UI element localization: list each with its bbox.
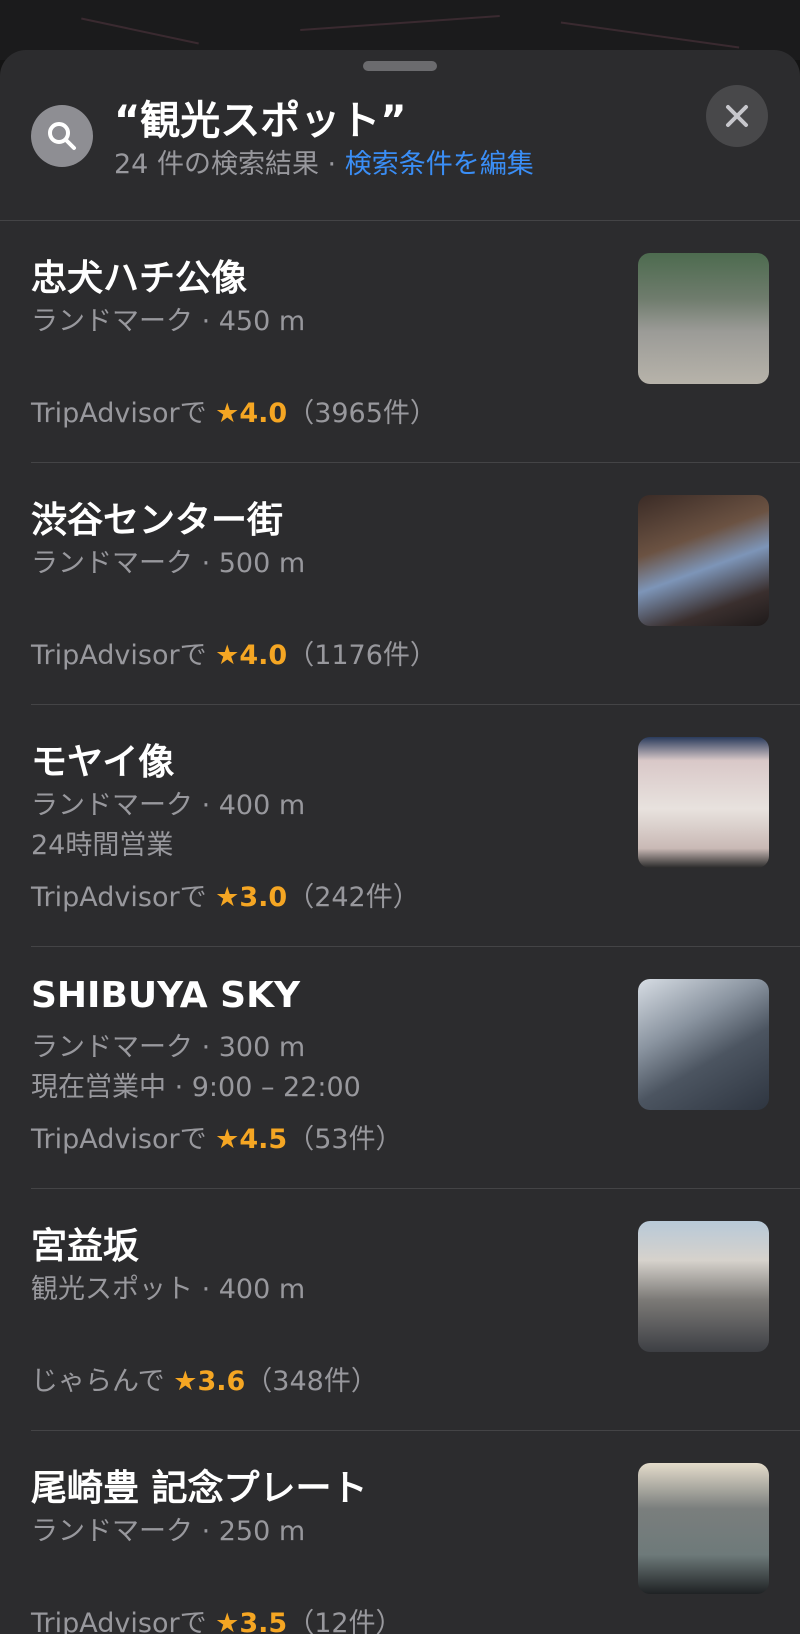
rating-count: （12件）: [287, 1608, 403, 1634]
place-photo-thumbnail[interactable]: [638, 253, 769, 384]
place-name: 宮益坂: [31, 1226, 140, 1267]
rating-count: （348件）: [245, 1366, 378, 1397]
map-road: [300, 15, 500, 31]
close-button[interactable]: [706, 85, 768, 147]
rating-stars: ★3.5: [215, 1608, 288, 1634]
place-rating: TripAdvisorで ★4.5（53件）: [31, 1117, 403, 1156]
place-rating: TripAdvisorで ★4.0（1176件）: [31, 633, 437, 672]
rating-count: （1176件）: [287, 640, 437, 671]
result-row[interactable]: モヤイ像 ランドマーク · 400 m 24時間営業 TripAdvisorで …: [0, 705, 800, 947]
search-summary: 24 件の検索結果 · 検索条件を編集: [114, 142, 534, 181]
place-name: 渋谷センター街: [31, 500, 284, 541]
rating-count: （242件）: [287, 882, 420, 913]
rating-count: （53件）: [287, 1124, 403, 1155]
place-photo-thumbnail[interactable]: [638, 737, 769, 868]
result-row[interactable]: 渋谷センター街 ランドマーク · 500 m TripAdvisorで ★4.0…: [0, 463, 800, 705]
place-rating: TripAdvisorで ★3.0（242件）: [31, 875, 420, 914]
search-results-sheet: “観光スポット” 24 件の検索結果 · 検索条件を編集 忠犬ハチ公像 ランドマ…: [0, 50, 800, 1634]
place-hours: 現在営業中 · 9:00 – 22:00: [31, 1072, 361, 1103]
place-rating: TripAdvisorで ★4.0（3965件）: [31, 391, 437, 430]
place-name: 忠犬ハチ公像: [31, 258, 248, 299]
rating-count: （3965件）: [287, 398, 437, 429]
result-count: 24 件の検索結果: [114, 149, 319, 180]
rating-source: TripAdvisorで: [31, 640, 216, 671]
summary-separator: ·: [318, 149, 345, 180]
search-query-title: “観光スポット”: [114, 98, 407, 144]
place-rating: TripAdvisorで ★3.5（12件）: [31, 1601, 403, 1634]
rating-source: TripAdvisorで: [31, 1124, 216, 1155]
edit-search-criteria-link[interactable]: 検索条件を編集: [345, 149, 534, 180]
place-hours: 24時間営業: [31, 830, 174, 861]
place-category-distance: ランドマーク · 450 m: [31, 306, 306, 337]
rating-source: TripAdvisorで: [31, 398, 216, 429]
map-road: [560, 21, 740, 49]
place-photo-thumbnail[interactable]: [638, 495, 769, 626]
place-name: SHIBUYA SKY: [31, 975, 301, 1016]
close-icon: [726, 105, 748, 127]
result-row[interactable]: 宮益坂 観光スポット · 400 m じゃらんで ★3.6（348件）: [0, 1189, 800, 1431]
result-row[interactable]: 尾崎豊 記念プレート ランドマーク · 250 m TripAdvisorで ★…: [0, 1431, 800, 1634]
place-name: 尾崎豊 記念プレート: [31, 1468, 368, 1509]
rating-source: じゃらんで: [31, 1366, 174, 1397]
search-icon: [31, 105, 93, 167]
rating-stars: ★3.6: [173, 1366, 246, 1397]
place-rating: じゃらんで ★3.6（348件）: [31, 1359, 378, 1398]
rating-source: TripAdvisorで: [31, 1608, 216, 1634]
map-road: [81, 17, 199, 45]
rating-source: TripAdvisorで: [31, 882, 216, 913]
rating-stars: ★4.0: [215, 640, 288, 671]
place-category-distance: ランドマーク · 300 m: [31, 1032, 306, 1063]
result-row[interactable]: SHIBUYA SKY ランドマーク · 300 m 現在営業中 · 9:00 …: [0, 947, 800, 1189]
result-row[interactable]: 忠犬ハチ公像 ランドマーク · 450 m TripAdvisorで ★4.0（…: [0, 221, 800, 463]
place-name: モヤイ像: [31, 742, 175, 783]
search-header: “観光スポット” 24 件の検索結果 · 検索条件を編集: [0, 50, 800, 220]
place-category-distance: ランドマーク · 250 m: [31, 1516, 306, 1547]
rating-stars: ★4.0: [215, 398, 288, 429]
place-photo-thumbnail[interactable]: [638, 1463, 769, 1594]
results-list: 忠犬ハチ公像 ランドマーク · 450 m TripAdvisorで ★4.0（…: [0, 221, 800, 1634]
rating-stars: ★4.5: [215, 1124, 288, 1155]
rating-stars: ★3.0: [215, 882, 288, 913]
place-photo-thumbnail[interactable]: [638, 979, 769, 1110]
place-category-distance: ランドマーク · 500 m: [31, 548, 306, 579]
place-category-distance: ランドマーク · 400 m: [31, 790, 306, 821]
place-photo-thumbnail[interactable]: [638, 1221, 769, 1352]
place-category-distance: 観光スポット · 400 m: [31, 1274, 306, 1305]
